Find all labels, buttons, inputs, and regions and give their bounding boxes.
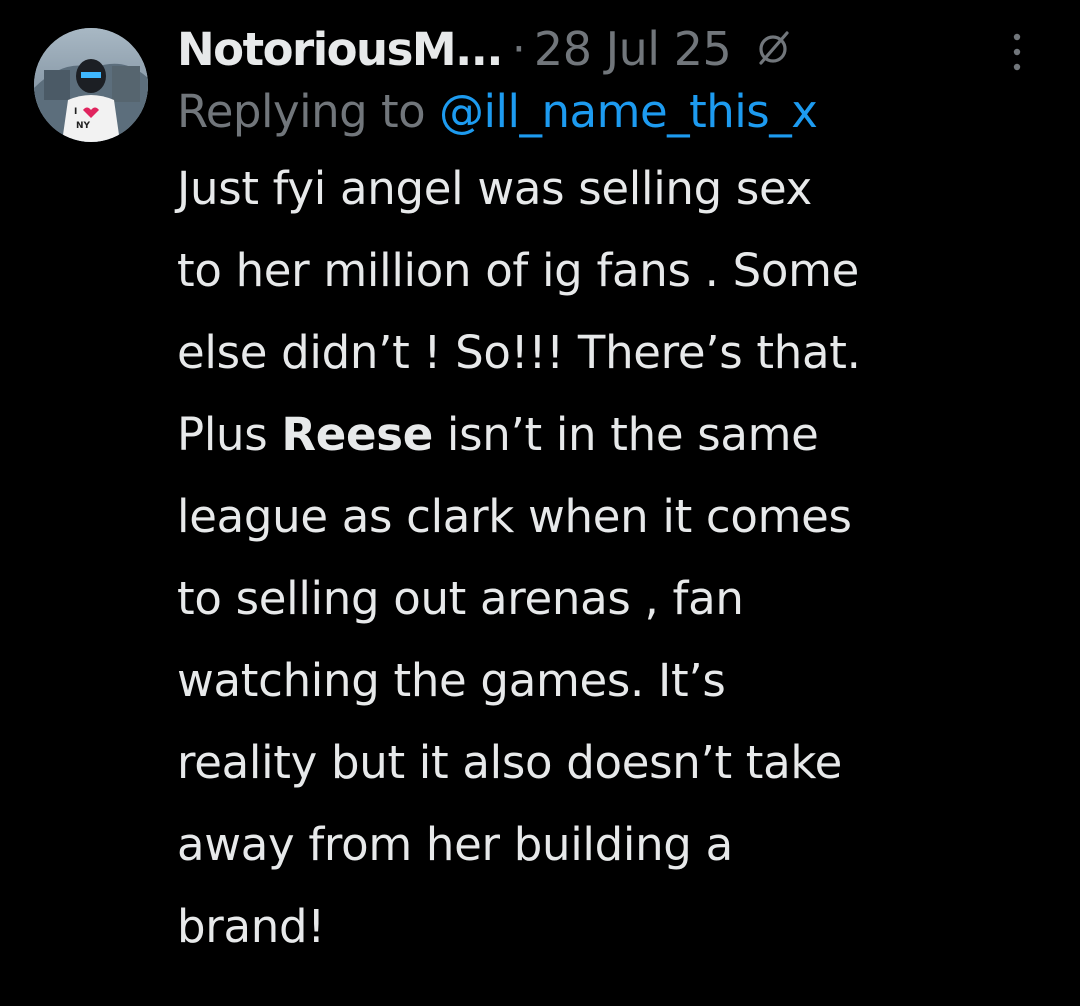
avatar[interactable]: I NY: [34, 28, 148, 142]
separator-dot: ·: [511, 23, 526, 75]
svg-text:I: I: [74, 107, 77, 117]
avatar-icon: I NY: [34, 28, 148, 142]
svg-text:NY: NY: [76, 121, 91, 131]
circle-slash-icon[interactable]: [753, 29, 793, 69]
tweet-text: Just fyi angel was selling sex to her mi…: [177, 148, 1060, 968]
tweet-text-line: Plus Reese isn’t in the same: [177, 394, 1060, 476]
tweet-text-segment: Plus: [177, 408, 282, 461]
tweet-content: NotoriousM... · 28 Jul 25 Replying to @i…: [177, 14, 1060, 968]
tweet-text-line: reality but it also doesn’t take: [177, 736, 842, 789]
tweet-text-line: away from her building a: [177, 818, 733, 871]
author-name[interactable]: NotoriousM...: [177, 23, 503, 76]
reply-mention-link[interactable]: @ill_name_this_x: [439, 85, 818, 138]
tweet-header: NotoriousM... · 28 Jul 25: [177, 14, 1060, 84]
tweet-text-line: else didn’t ! So!!! There’s that.: [177, 326, 861, 379]
replying-to-label: Replying to: [177, 85, 440, 138]
highlighted-keyword: Reese: [281, 408, 433, 461]
tweet-text-line: to her million of ig fans . Some: [177, 244, 860, 297]
tweet-text-segment: isn’t in the same: [432, 408, 819, 461]
tweet-text-line: league as clark when it comes: [177, 490, 852, 543]
tweet-text-line: Just fyi angel was selling sex: [177, 162, 812, 215]
tweet-text-line: watching the games. It’s: [177, 654, 726, 707]
tweet[interactable]: I NY NotoriousM... · 28 Jul 25 Replying …: [0, 0, 1080, 1006]
tweet-text-line: brand!: [177, 900, 325, 953]
more-vertical-icon[interactable]: [1010, 30, 1024, 74]
replying-to: Replying to @ill_name_this_x: [177, 82, 1060, 142]
tweet-date[interactable]: 28 Jul 25: [534, 22, 732, 76]
tweet-text-line: to selling out arenas , fan: [177, 572, 744, 625]
